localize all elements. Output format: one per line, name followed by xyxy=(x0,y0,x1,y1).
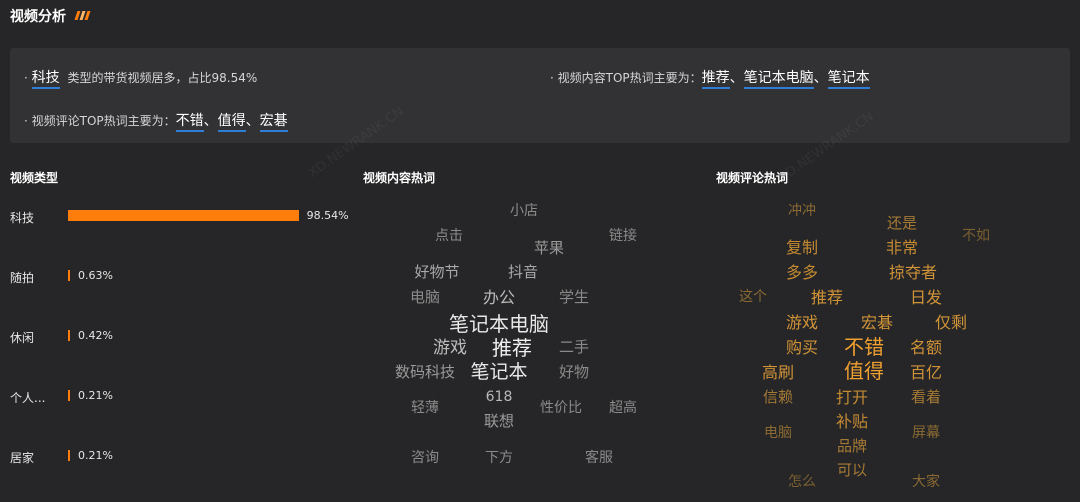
cloud-word: 数码科技 xyxy=(394,363,456,381)
cloud-word: 笔记本电脑 xyxy=(449,312,549,336)
cloud-word: 抖音 xyxy=(507,263,539,281)
summary-content-word: 推荐 xyxy=(701,70,730,89)
cloud-word: 电脑 xyxy=(409,288,441,306)
title-accent-icon xyxy=(74,11,91,21)
bullet: · xyxy=(24,71,28,85)
cloud-word: 名额 xyxy=(909,338,943,357)
summary-comment-prefix: · 视频评论TOP热词主要为： xyxy=(24,114,176,128)
summary-content-prefix: · 视频内容TOP热词主要为： xyxy=(550,71,702,85)
cloud-word: 打开 xyxy=(835,388,869,407)
video-type-label: 科技 xyxy=(10,211,35,225)
content-cloud-title: 视频内容热词 xyxy=(363,171,436,185)
cloud-word: 复制 xyxy=(785,238,819,257)
summary-comment-word: 宏碁 xyxy=(259,113,288,132)
cloud-word: 信赖 xyxy=(762,388,794,406)
video-type-bar xyxy=(68,210,299,221)
cloud-word: 推荐 xyxy=(810,288,844,307)
video-type-title: 视频类型 xyxy=(10,171,59,185)
video-type-value: 98.54% xyxy=(306,209,349,222)
cloud-word: 618 xyxy=(485,389,513,405)
separator: 、 xyxy=(813,70,828,86)
cloud-word: 二手 xyxy=(558,338,590,356)
cloud-word: 仅剩 xyxy=(934,313,968,332)
cloud-word: 补贴 xyxy=(835,412,869,431)
cloud-word: 不错 xyxy=(844,335,884,359)
summary-type-text: 类型的带货视频居多，占比98.54% xyxy=(67,71,258,85)
video-type-value: 0.42% xyxy=(78,329,113,342)
cloud-word: 咨询 xyxy=(411,450,439,466)
cloud-word: 笔记本 xyxy=(470,361,528,383)
video-type-bar xyxy=(68,390,70,401)
separator: 、 xyxy=(729,70,744,86)
cloud-word: 购买 xyxy=(785,338,819,357)
cloud-word: 百亿 xyxy=(909,363,943,382)
cloud-word: 学生 xyxy=(558,288,590,306)
summary-comment-word: 不错 xyxy=(175,113,204,132)
cloud-word: 日发 xyxy=(909,288,943,307)
summary-type-line: · 科技 类型的带货视频居多，占比98.54% xyxy=(24,67,258,89)
page-title: 视频分析 xyxy=(10,9,66,25)
summary-content-word: 笔记本电脑 xyxy=(743,70,814,89)
cloud-word: 大家 xyxy=(912,474,940,490)
summary-comment-line: · 视频评论TOP热词主要为：不错、值得、宏碁 xyxy=(24,110,288,132)
summary-type-keyword: 科技 xyxy=(31,70,60,89)
cloud-word: 链接 xyxy=(609,228,637,244)
cloud-word: 值得 xyxy=(844,359,884,383)
cloud-word: 客服 xyxy=(585,450,613,466)
cloud-word: 品牌 xyxy=(836,437,868,455)
cloud-word: 苹果 xyxy=(533,239,565,257)
video-type-value: 0.21% xyxy=(78,389,113,402)
video-type-value: 0.63% xyxy=(78,269,113,282)
cloud-word: 冲冲 xyxy=(788,203,816,219)
summary-comment-word: 值得 xyxy=(217,113,246,132)
cloud-word: 好物节 xyxy=(414,263,460,281)
cloud-word: 推荐 xyxy=(492,336,532,360)
cloud-word: 高刷 xyxy=(761,363,795,382)
cloud-word: 好物 xyxy=(558,363,590,381)
cloud-word: 超高 xyxy=(609,400,637,416)
cloud-word: 性价比 xyxy=(540,400,582,416)
separator: 、 xyxy=(245,113,260,129)
video-type-label: 居家 xyxy=(10,451,35,465)
cloud-word: 这个 xyxy=(739,289,767,305)
video-type-bar xyxy=(68,450,70,461)
cloud-word: 下方 xyxy=(485,450,513,466)
cloud-word: 联想 xyxy=(483,412,515,430)
cloud-word: 电脑 xyxy=(764,425,792,441)
cloud-word: 游戏 xyxy=(433,338,467,358)
video-type-label: 随拍 xyxy=(10,271,35,285)
cloud-word: 非常 xyxy=(885,238,919,257)
cloud-word: 办公 xyxy=(482,288,516,307)
cloud-word: 轻薄 xyxy=(411,400,439,416)
cloud-word: 看着 xyxy=(910,388,942,406)
video-type-bar xyxy=(68,330,70,341)
cloud-word: 不如 xyxy=(962,228,990,244)
cloud-word: 游戏 xyxy=(785,313,819,332)
cloud-word: 掠夺者 xyxy=(888,263,938,282)
video-type-label: 个人... xyxy=(10,391,46,405)
video-type-bar xyxy=(68,270,70,281)
cloud-word: 屏幕 xyxy=(912,425,940,441)
summary-content-line: · 视频内容TOP热词主要为：推荐、笔记本电脑、笔记本 xyxy=(550,67,870,89)
cloud-word: 宏碁 xyxy=(860,313,894,332)
cloud-word: 小店 xyxy=(510,203,538,219)
cloud-word: 多多 xyxy=(785,263,819,282)
cloud-word: 还是 xyxy=(886,214,918,232)
video-type-label: 休闲 xyxy=(10,331,35,345)
summary-content-word: 笔记本 xyxy=(827,70,870,89)
cloud-word: 怎么 xyxy=(788,474,816,490)
summary-box: · 科技 类型的带货视频居多，占比98.54% · 视频内容TOP热词主要为：推… xyxy=(10,48,1070,143)
video-type-value: 0.21% xyxy=(78,449,113,462)
cloud-word: 点击 xyxy=(435,228,463,244)
separator: 、 xyxy=(203,113,218,129)
cloud-word: 可以 xyxy=(836,461,868,479)
